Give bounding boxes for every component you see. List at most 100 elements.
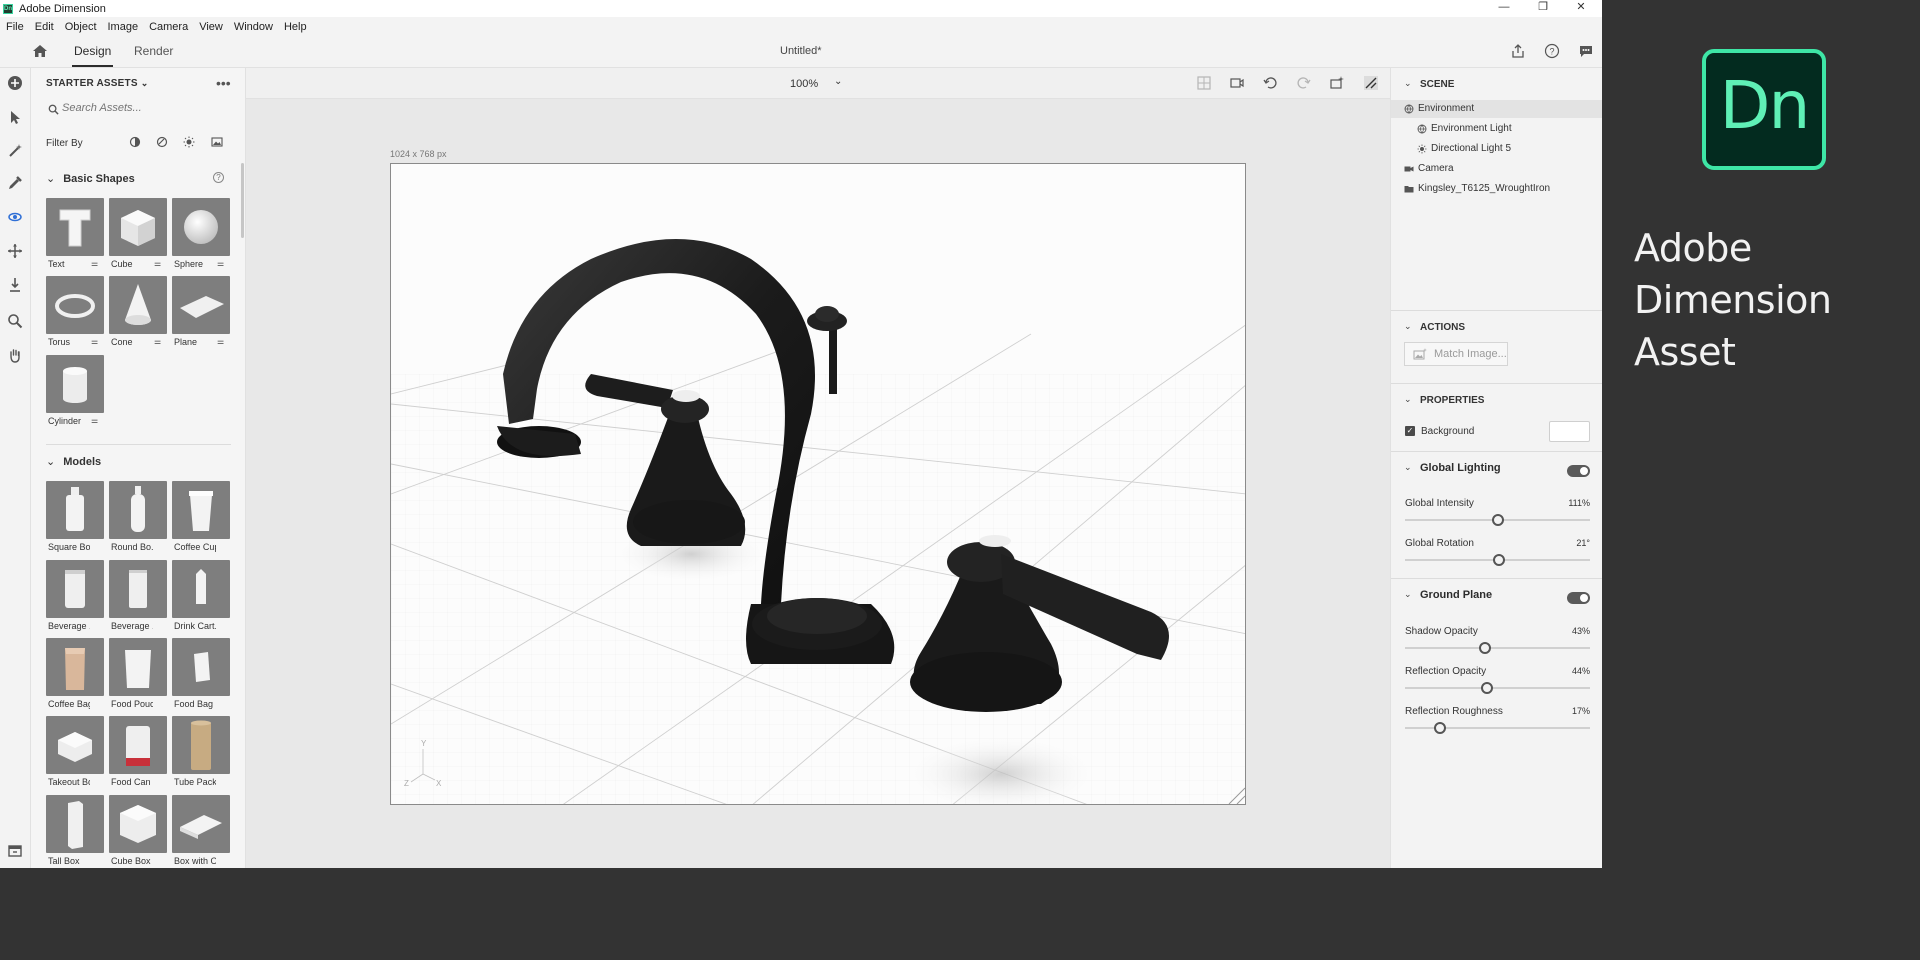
background-checkbox[interactable]: ✓	[1405, 426, 1415, 436]
asset-beverage-2[interactable]: Beverage ...	[109, 560, 167, 633]
move-tool-icon[interactable]	[7, 243, 23, 259]
render-preview-icon[interactable]	[1329, 75, 1345, 91]
images-filter-icon[interactable]	[211, 136, 223, 148]
asset-square-bottle[interactable]: Square Bo...	[46, 481, 104, 554]
asset-coffee-bag[interactable]: Coffee Bag	[46, 638, 104, 711]
reflection-roughness-slider[interactable]	[1405, 722, 1590, 734]
asset-coffee-cup[interactable]: Coffee Cup	[172, 481, 230, 554]
menu-camera[interactable]: Camera	[149, 21, 188, 33]
library-icon[interactable]	[7, 842, 23, 858]
asset-beverage-1[interactable]: Beverage ...	[46, 560, 104, 633]
share-icon[interactable]	[1510, 43, 1526, 59]
options-icon[interactable]: ⚌	[91, 337, 98, 346]
basic-shapes-header[interactable]: ⌄ Basic Shapes	[46, 172, 135, 185]
menu-edit[interactable]: Edit	[35, 21, 54, 33]
background-color-swatch[interactable]	[1549, 421, 1590, 442]
slider-thumb[interactable]	[1493, 554, 1505, 566]
slider-thumb[interactable]	[1492, 514, 1504, 526]
redo-view-icon[interactable]	[1296, 75, 1312, 91]
ground-plane-toggle[interactable]	[1567, 592, 1590, 604]
zoom-icon[interactable]	[7, 313, 23, 329]
restore-button[interactable]: ❐	[1525, 0, 1561, 17]
asset-food-can[interactable]: Food Can	[109, 716, 167, 789]
assets-panel-title[interactable]: STARTER ASSETS ⌄	[46, 78, 148, 89]
models-filter-icon[interactable]	[129, 136, 141, 148]
asset-torus[interactable]: Torus ⚌	[46, 276, 104, 349]
drop-to-ground-icon[interactable]	[7, 277, 23, 293]
tab-design[interactable]: Design	[71, 44, 114, 67]
asset-food-bag[interactable]: Food Bag	[172, 638, 230, 711]
3d-viewport[interactable]: Y Z X	[390, 163, 1246, 805]
asset-cone[interactable]: Cone ⚌	[109, 276, 167, 349]
options-icon[interactable]: ⚌	[91, 416, 98, 425]
asset-plane[interactable]: Plane ⚌	[172, 276, 230, 349]
menu-help[interactable]: Help	[284, 21, 307, 33]
scene-item-environment[interactable]: Environment	[1391, 100, 1602, 118]
tab-render[interactable]: Render	[134, 44, 173, 58]
asset-takeout-box[interactable]: Takeout Box	[46, 716, 104, 789]
camera-bookmark-icon[interactable]	[1229, 75, 1245, 91]
menu-image[interactable]: Image	[108, 21, 139, 33]
search-input[interactable]	[62, 102, 227, 114]
materials-filter-icon[interactable]	[156, 136, 168, 148]
options-icon[interactable]: ⚌	[154, 337, 161, 346]
chevron-down-icon[interactable]: ⌄	[1404, 321, 1412, 332]
eyedropper-icon[interactable]	[7, 175, 23, 191]
chevron-down-icon[interactable]: ⌄	[1404, 394, 1412, 405]
menu-window[interactable]: Window	[234, 21, 273, 33]
asset-box-with-opening[interactable]: Box with O...	[172, 795, 230, 868]
hand-pan-icon[interactable]	[7, 347, 23, 363]
scene-item-environment-light[interactable]: Environment Light	[1391, 120, 1602, 138]
asset-cylinder[interactable]: Cylinder ⚌	[46, 355, 104, 428]
scene-item-camera[interactable]: Camera	[1391, 160, 1602, 178]
global-lighting-toggle[interactable]	[1567, 465, 1590, 477]
slider-thumb[interactable]	[1434, 722, 1446, 734]
asset-tube-package[interactable]: Tube Pack...	[172, 716, 230, 789]
add-icon[interactable]	[7, 75, 23, 91]
scene-item-directional-light[interactable]: Directional Light 5	[1391, 140, 1602, 158]
fit-canvas-icon[interactable]	[1363, 75, 1379, 91]
asset-sphere[interactable]: Sphere ⚌	[172, 198, 230, 271]
chevron-down-icon[interactable]: ⌄	[834, 76, 842, 87]
feedback-icon[interactable]	[1578, 43, 1594, 59]
models-header[interactable]: ⌄ Models	[46, 455, 101, 468]
minimize-button[interactable]: —	[1486, 0, 1522, 17]
options-icon[interactable]: ⚌	[91, 259, 98, 268]
global-intensity-slider[interactable]	[1405, 514, 1590, 526]
asset-cube-box[interactable]: Cube Box	[109, 795, 167, 868]
zoom-level[interactable]: 100%	[790, 78, 818, 90]
scene-item-model-group[interactable]: Kingsley_T6125_WroughtIron	[1391, 180, 1602, 198]
grid-view-icon[interactable]	[1196, 75, 1212, 91]
global-rotation-slider[interactable]	[1405, 554, 1590, 566]
chevron-down-icon[interactable]: ⌄	[1404, 589, 1412, 600]
select-tool-icon[interactable]	[7, 109, 23, 125]
asset-drink-carton[interactable]: Drink Cart...	[172, 560, 230, 633]
shadow-opacity-slider[interactable]	[1405, 642, 1590, 654]
more-options-icon[interactable]: •••	[216, 75, 231, 91]
match-image-button[interactable]: Match Image...	[1404, 342, 1508, 366]
chevron-down-icon[interactable]: ⌄	[1404, 78, 1412, 89]
menu-object[interactable]: Object	[65, 21, 97, 33]
assets-scrollbar[interactable]	[241, 163, 244, 238]
orbit-tool-icon[interactable]	[7, 209, 23, 225]
menu-file[interactable]: File	[6, 21, 24, 33]
help-icon[interactable]: ?	[1544, 43, 1560, 59]
asset-tall-box[interactable]: Tall Box	[46, 795, 104, 868]
undo-view-icon[interactable]	[1262, 75, 1278, 91]
options-icon[interactable]: ⚌	[217, 337, 224, 346]
asset-round-bottle[interactable]: Round Bo...	[109, 481, 167, 554]
help-circle-icon[interactable]: ?	[213, 172, 224, 183]
options-icon[interactable]: ⚌	[154, 259, 161, 268]
options-icon[interactable]: ⚌	[217, 259, 224, 268]
slider-thumb[interactable]	[1479, 642, 1491, 654]
close-button[interactable]: ✕	[1563, 0, 1599, 17]
asset-text[interactable]: Text ⚌	[46, 198, 104, 271]
reflection-opacity-slider[interactable]	[1405, 682, 1590, 694]
asset-food-pouch[interactable]: Food Pouch	[109, 638, 167, 711]
asset-cube[interactable]: Cube ⚌	[109, 198, 167, 271]
menu-view[interactable]: View	[199, 21, 223, 33]
slider-thumb[interactable]	[1481, 682, 1493, 694]
lights-filter-icon[interactable]	[183, 136, 195, 148]
home-icon[interactable]	[32, 43, 48, 59]
magic-wand-icon[interactable]	[7, 143, 23, 159]
